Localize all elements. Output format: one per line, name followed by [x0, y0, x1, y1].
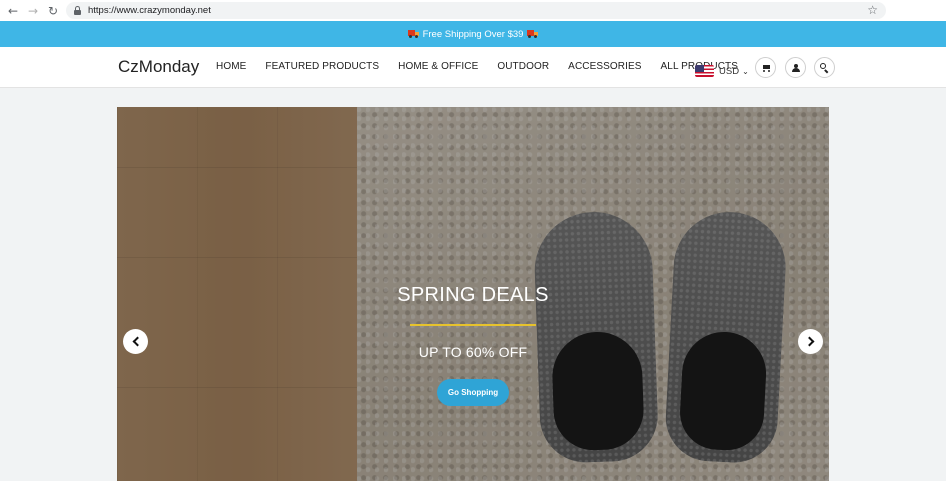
- menu-item-home-office[interactable]: HOME & OFFICE: [398, 61, 478, 72]
- shipping-banner: Free Shipping Over $39: [0, 21, 946, 47]
- reload-icon[interactable]: ↻: [46, 4, 60, 18]
- star-icon[interactable]: ☆: [867, 3, 878, 17]
- hero-title: SPRING DEALS: [397, 284, 549, 306]
- menu-item-featured-products[interactable]: FEATURED PRODUCTS: [265, 61, 379, 72]
- forward-icon[interactable]: →: [26, 4, 40, 18]
- search-icon: [820, 63, 829, 74]
- cart-button[interactable]: [755, 57, 776, 78]
- shipping-text: Free Shipping Over $39: [422, 28, 524, 40]
- currency-label: USD: [719, 65, 740, 77]
- lock-icon: [74, 6, 81, 15]
- cart-icon: [762, 64, 770, 72]
- slider-prev-button[interactable]: [123, 329, 148, 354]
- menu-item-outdoor[interactable]: OUTDOOR: [497, 61, 549, 72]
- address-bar[interactable]: https://www.crazymonday.net: [66, 2, 886, 19]
- go-shopping-button[interactable]: Go Shopping: [437, 379, 509, 406]
- hero-slider: SPRING DEALS UP TO 60% OFF Go Shopping: [117, 107, 829, 481]
- slider-next-button[interactable]: [798, 329, 823, 354]
- url-text: https://www.crazymonday.net: [88, 5, 211, 16]
- truck-icon: [407, 30, 419, 38]
- user-icon: [791, 63, 800, 72]
- chevron-down-icon: ⌄: [742, 66, 749, 76]
- account-button[interactable]: [785, 57, 806, 78]
- us-flag-icon: [695, 65, 714, 77]
- currency-selector[interactable]: USD ⌄: [695, 65, 749, 77]
- truck-icon: [527, 30, 539, 38]
- menu-item-accessories[interactable]: ACCESSORIES: [568, 61, 641, 72]
- back-icon[interactable]: ←: [6, 4, 20, 18]
- site-logo[interactable]: CzMonday: [118, 57, 199, 77]
- menu-item-home[interactable]: HOME: [216, 61, 246, 72]
- hero-divider: [410, 324, 536, 326]
- main-menu: HOME FEATURED PRODUCTS HOME & OFFICE OUT…: [216, 61, 757, 72]
- chevron-right-icon: [804, 336, 814, 347]
- search-button[interactable]: [814, 57, 835, 78]
- site-header: CzMonday HOME FEATURED PRODUCTS HOME & O…: [0, 47, 946, 88]
- chevron-left-icon: [132, 336, 142, 347]
- hero-subtitle: UP TO 60% OFF: [418, 344, 528, 360]
- browser-toolbar: ← → ↻ https://www.crazymonday.net ☆: [0, 0, 946, 21]
